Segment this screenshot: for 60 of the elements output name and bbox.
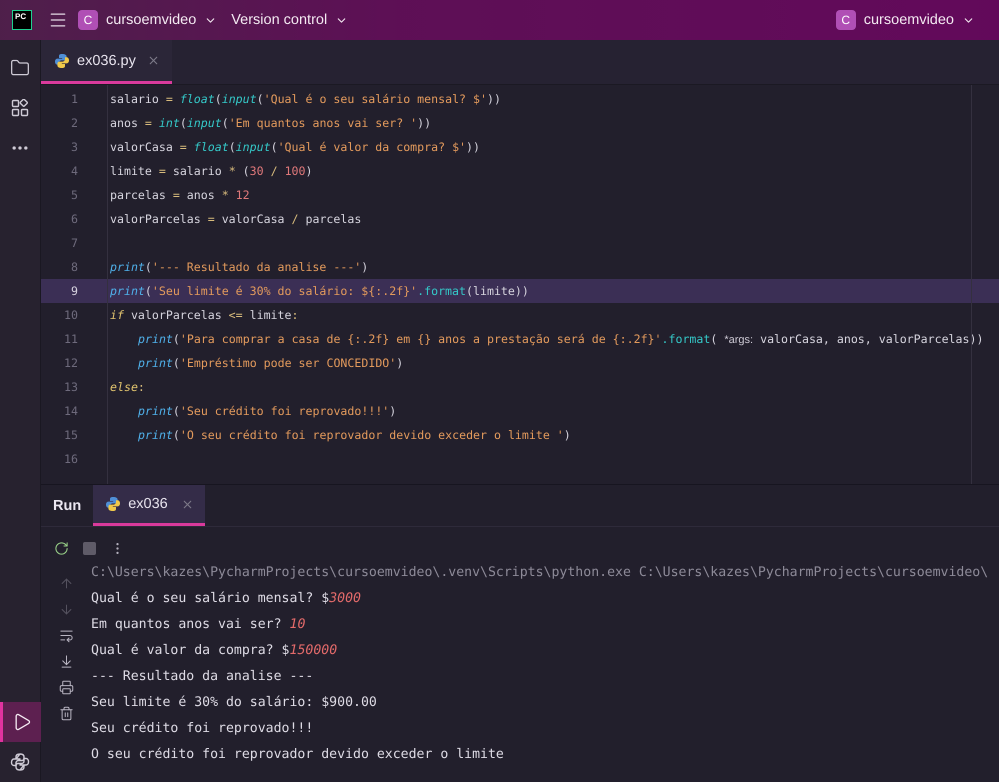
line-number: 5 — [70, 188, 79, 202]
code-line: print('Seu crédito foi reprovado!!!') — [138, 404, 396, 418]
console-output: Seu crédito foi reprovado!!! — [91, 721, 314, 738]
code-line: anos = int(input('Em quantos anos vai ser? ')) — [110, 116, 432, 130]
code-line: print('Para comprar a casa de {:.2f} em {} anos a prestação será de {:.2f}'.format( *args: valorCasa, anos, valorParcelas)) — [138, 332, 984, 346]
line-number: 8 — [70, 260, 79, 274]
vcs-menu[interactable]: Version control — [231, 12, 328, 28]
line-number: 14 — [63, 404, 79, 418]
scroll-end-icon[interactable] — [58, 654, 74, 668]
python-file-icon — [105, 496, 122, 512]
project-badge: C — [836, 10, 856, 30]
code-line: print('--- Resultado da analise ---') — [110, 260, 368, 274]
line-number: 11 — [63, 332, 79, 346]
line-number: 16 — [63, 452, 79, 466]
code-line: print('Seu limite é 30% do salário: ${:.2f}'.format(limite)) — [110, 284, 529, 298]
run-title: Run — [52, 496, 82, 516]
code-line: valorParcelas = valorCasa / parcelas — [110, 212, 362, 226]
console-output: Em quantos anos vai ser? 10 — [91, 617, 306, 634]
line-number: 9 — [70, 284, 79, 298]
console-output: Qual é valor da compra? $150000 — [91, 643, 338, 660]
line-number: 6 — [70, 212, 79, 226]
console-output: --- Resultado da analise --- — [91, 669, 314, 686]
run-tab[interactable]: ex036 — [93, 485, 205, 526]
line-number: 3 — [70, 140, 79, 154]
console-output: Seu limite é 30% do salário: $900.00 — [91, 695, 378, 712]
line-number: 4 — [70, 164, 79, 178]
line-number: 15 — [63, 428, 79, 442]
folder-icon[interactable] — [10, 58, 30, 78]
project-name[interactable]: cursoemvideo — [864, 12, 954, 28]
line-number: 1 — [70, 92, 79, 106]
code-line: if valorParcelas <= limite: — [110, 308, 298, 322]
line-number: 13 — [63, 380, 79, 394]
line-number: 2 — [70, 116, 79, 130]
editor-tab[interactable]: ex036.py — [41, 40, 172, 84]
python-icon[interactable] — [10, 752, 30, 772]
project-name[interactable]: cursoemvideo — [106, 12, 196, 28]
squares-icon[interactable] — [11, 99, 29, 117]
console-output: Qual é o seu salário mensal? $3000 — [91, 591, 362, 608]
project-badge: C — [78, 10, 98, 30]
python-file-icon — [54, 52, 70, 68]
console-output: O seu crédito foi reprovador devido exceder o limite — [91, 747, 505, 764]
code-line: limite = salario * (30 / 100) — [110, 164, 313, 178]
code-line: print('O seu crédito foi reprovador devido exceder o limite ') — [138, 428, 571, 442]
close-icon[interactable] — [146, 54, 160, 67]
line-number: 7 — [70, 236, 79, 250]
code-line: valorCasa = float(input('Qual é valor da compra? $')) — [110, 140, 480, 154]
command-line: C:\Users\kazes\PycharmProjects\cursoemvideo\.venv\Scripts\python.exe C:\Users\kazes\PycharmProjects\cursoemvideo\ — [91, 565, 988, 582]
app-logo[interactable]: PC — [12, 10, 32, 30]
code-line: salario = float(input('Qual é o seu salário mensal? $')) — [110, 92, 501, 106]
line-number: 10 — [63, 308, 79, 322]
code-line: else: — [110, 380, 145, 394]
close-icon[interactable] — [180, 498, 194, 510]
wrap-icon[interactable] — [58, 628, 74, 642]
rerun-icon[interactable] — [54, 540, 68, 556]
line-number: 12 — [63, 356, 79, 370]
code-line: print('Empréstimo pode ser CONCEDIDO') — [138, 356, 404, 370]
printer-icon[interactable] — [58, 680, 74, 694]
stop-icon[interactable] — [82, 542, 96, 554]
code-line: parcelas = anos * 12 — [110, 188, 250, 202]
trash-icon[interactable] — [58, 706, 74, 720]
